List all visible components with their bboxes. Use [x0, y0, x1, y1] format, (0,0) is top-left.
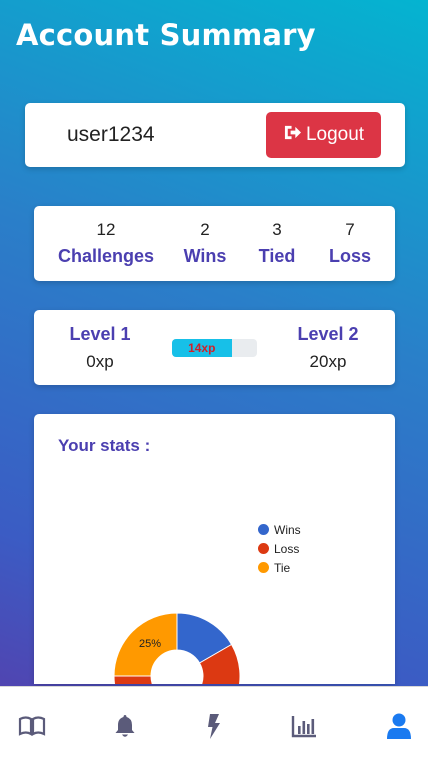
level-card: Level 1 0xp 14xp Level 2 20xp — [34, 310, 395, 385]
bar-chart-icon — [291, 716, 316, 738]
nav-challenges[interactable] — [199, 711, 229, 741]
next-level: Level 2 20xp — [297, 324, 358, 372]
logout-button[interactable]: Logout — [266, 112, 381, 158]
stat-label: Loss — [328, 246, 372, 266]
book-icon — [18, 716, 46, 736]
legend-item-tie[interactable]: Tie — [258, 558, 301, 577]
logout-label: Logout — [305, 124, 365, 145]
nav-leaderboard[interactable] — [289, 711, 319, 741]
stat-wins: 2 Wins — [184, 220, 227, 267]
stat-value: 2 — [200, 220, 210, 239]
stat-value: 7 — [345, 220, 355, 239]
logout-icon — [283, 124, 302, 147]
stat-challenges: 12 Challenges — [58, 220, 154, 267]
bell-icon — [115, 715, 135, 737]
legend-label: Loss — [274, 541, 300, 556]
level-xp: 20xp — [309, 352, 347, 371]
stat-label: Tied — [258, 246, 296, 266]
stat-label: Challenges — [57, 246, 155, 266]
legend-dot — [258, 562, 269, 573]
nav-book[interactable] — [17, 711, 47, 741]
user-icon — [387, 713, 411, 739]
legend-dot — [258, 524, 269, 535]
legend-dot — [258, 543, 269, 554]
nav-notifications[interactable] — [110, 711, 140, 741]
legend-item-loss[interactable]: Loss — [258, 539, 301, 558]
legend-item-wins[interactable]: Wins — [258, 520, 301, 539]
stat-loss: 7 Loss — [329, 220, 371, 267]
current-level: Level 1 0xp — [69, 324, 130, 372]
nav-profile[interactable] — [384, 711, 414, 741]
stat-tied: 3 Tied — [259, 220, 296, 267]
user-card: user1234 Logout — [25, 103, 405, 167]
level-name: Level 1 — [69, 324, 131, 344]
legend-label: Tie — [274, 560, 291, 575]
bolt-icon — [208, 714, 220, 739]
stat-value: 3 — [272, 220, 282, 239]
stats-card: 12 Challenges 2 Wins 3 Tied 7 Loss — [34, 206, 395, 281]
bottom-nav — [0, 686, 428, 761]
xp-progress-fill: 14xp — [172, 339, 232, 357]
stat-value: 12 — [96, 220, 116, 239]
username: user1234 — [67, 123, 155, 146]
slice-label: 25% — [139, 638, 161, 650]
level-name: Level 2 — [297, 324, 359, 344]
legend-label: Wins — [274, 522, 301, 537]
chart-legend: Wins Loss Tie — [258, 520, 301, 577]
xp-progress-bar: 14xp — [172, 339, 257, 357]
level-xp: 0xp — [86, 352, 114, 371]
stat-label: Wins — [183, 246, 227, 266]
donut-chart: 25% — [113, 612, 241, 684]
xp-progress-label: 14xp — [188, 341, 216, 355]
stats-chart-card: Your stats : 25% Wins Loss Tie — [34, 414, 395, 684]
page-title: Account Summary — [16, 18, 316, 52]
